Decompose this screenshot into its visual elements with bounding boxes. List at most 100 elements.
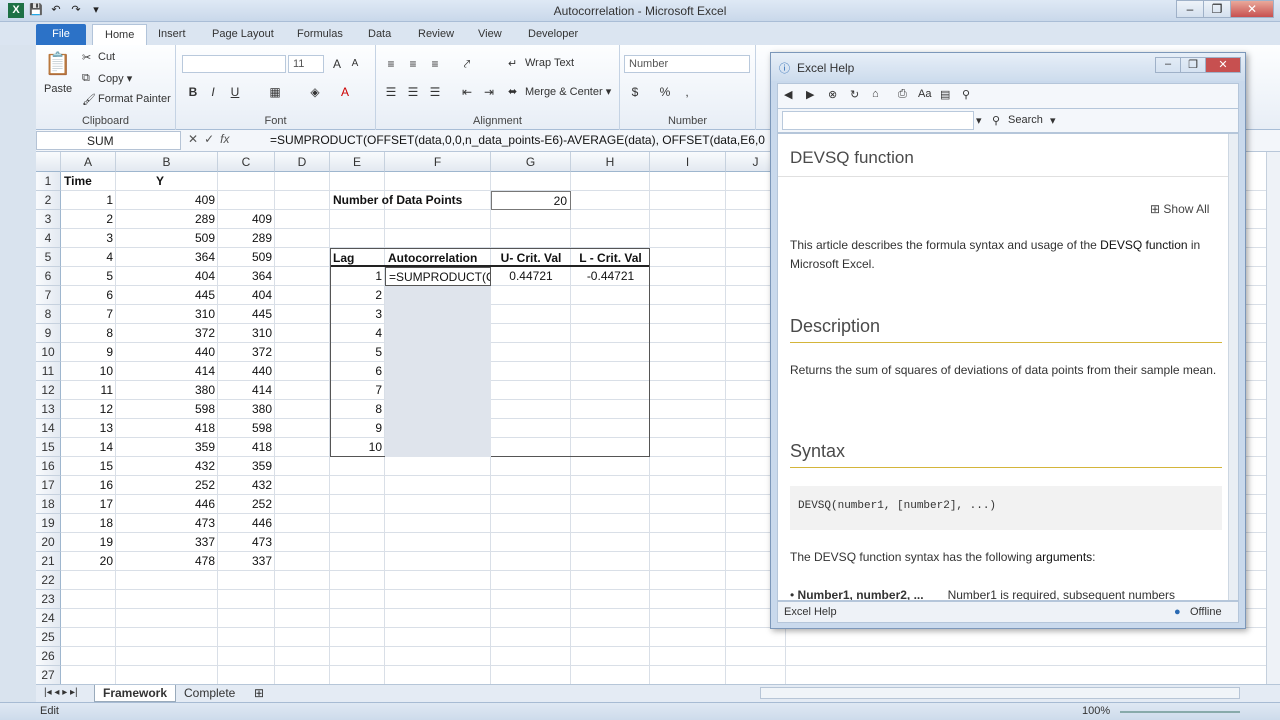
cell-c[interactable]: 372 (218, 343, 275, 362)
cell-c[interactable]: 289 (218, 229, 275, 248)
decrease-indent-icon[interactable]: ⇤ (458, 83, 476, 101)
cell-c[interactable]: 414 (218, 381, 275, 400)
name-box[interactable]: SUM (36, 131, 181, 150)
sheet-nav-arrows[interactable]: |◂ ◂ ▸ ▸| (36, 685, 86, 702)
row-header[interactable]: 15 (36, 438, 61, 457)
cell-time[interactable]: 4 (61, 248, 116, 267)
comma-button[interactable]: , (678, 83, 696, 101)
cell-u-crit[interactable]: 0.44721 (491, 267, 571, 286)
table-header[interactable]: Lag (330, 248, 385, 267)
cell-y[interactable]: 509 (116, 229, 218, 248)
cell-y[interactable]: 432 (116, 457, 218, 476)
tab-file[interactable]: File (36, 24, 86, 45)
column-header[interactable]: H (571, 152, 650, 172)
minimize-button[interactable]: – (1176, 0, 1204, 18)
cell-time[interactable]: 5 (61, 267, 116, 286)
cell-y[interactable]: 337 (116, 533, 218, 552)
cell-y[interactable]: 409 (116, 191, 218, 210)
insert-sheet-icon[interactable]: ⊞ (246, 685, 272, 702)
wrap-text-icon[interactable]: ↵ (508, 57, 517, 70)
row-header[interactable]: 27 (36, 666, 61, 685)
cell-time[interactable]: 3 (61, 229, 116, 248)
table-header[interactable]: Autocorrelation (385, 248, 491, 267)
row-header[interactable]: 22 (36, 571, 61, 590)
cell-c[interactable]: 404 (218, 286, 275, 305)
bold-button[interactable]: B (184, 83, 202, 101)
row-header[interactable]: 2 (36, 191, 61, 210)
column-header[interactable]: C (218, 152, 275, 172)
cell-y[interactable]: 252 (116, 476, 218, 495)
row-header[interactable]: 19 (36, 514, 61, 533)
cell-c[interactable]: 252 (218, 495, 275, 514)
maximize-button[interactable]: ❐ (1203, 0, 1231, 18)
tab-formulas[interactable]: Formulas (285, 24, 355, 45)
show-all-link[interactable]: ⊞ Show All (1150, 202, 1209, 216)
row-header[interactable]: 14 (36, 419, 61, 438)
cell-y[interactable]: 289 (116, 210, 218, 229)
grow-font-icon[interactable]: A (328, 55, 346, 73)
enter-icon[interactable]: ✓ (204, 132, 214, 146)
cell-time[interactable]: 9 (61, 343, 116, 362)
column-header[interactable]: I (650, 152, 726, 172)
forward-icon[interactable]: ▶ (806, 88, 814, 101)
row-header[interactable]: 25 (36, 628, 61, 647)
help-search-input[interactable] (782, 111, 974, 130)
n-points-value[interactable]: 20 (491, 191, 571, 210)
close-button[interactable]: ✕ (1230, 0, 1274, 18)
column-header[interactable]: F (385, 152, 491, 172)
help-minimize-button[interactable]: – (1155, 57, 1181, 73)
row-header[interactable]: 18 (36, 495, 61, 514)
refresh-icon[interactable]: ↻ (850, 88, 859, 101)
copy-button[interactable]: Copy ▾ (98, 72, 132, 85)
column-header[interactable]: A (61, 152, 116, 172)
row-header[interactable]: 17 (36, 476, 61, 495)
row-header[interactable]: 7 (36, 286, 61, 305)
row-header[interactable]: 11 (36, 362, 61, 381)
cell-time[interactable]: 15 (61, 457, 116, 476)
cell-time[interactable]: 19 (61, 533, 116, 552)
cell-y[interactable]: 359 (116, 438, 218, 457)
cell-lag[interactable]: 10 (330, 438, 385, 457)
cell-lag[interactable]: 9 (330, 419, 385, 438)
column-header[interactable]: D (275, 152, 330, 172)
font-color-icon[interactable]: A (336, 83, 354, 101)
cell-y[interactable]: 440 (116, 343, 218, 362)
wrap-text-button[interactable]: Wrap Text (525, 57, 574, 69)
cell-lag[interactable]: 1 (330, 267, 385, 286)
paste-icon[interactable]: 📋 (44, 51, 71, 77)
cell-c[interactable]: 473 (218, 533, 275, 552)
zoom-level[interactable]: 100% (1082, 705, 1110, 717)
tab-data[interactable]: Data (356, 24, 403, 45)
cell-time[interactable]: 1 (61, 191, 116, 210)
row-header[interactable]: 24 (36, 609, 61, 628)
horizontal-scrollbar[interactable] (760, 687, 1240, 699)
cell-y[interactable]: 418 (116, 419, 218, 438)
align-right-icon[interactable]: ☰ (426, 83, 444, 101)
cell-header-y[interactable]: Y (116, 172, 218, 191)
sheet-tab-complete[interactable]: Complete (176, 685, 243, 702)
cell-time[interactable]: 6 (61, 286, 116, 305)
help-footer-left[interactable]: Excel Help (784, 606, 837, 618)
search-options-icon[interactable]: ▾ (1050, 114, 1056, 127)
cell-lag[interactable]: 2 (330, 286, 385, 305)
cell-lag[interactable]: 8 (330, 400, 385, 419)
cell-c[interactable]: 440 (218, 362, 275, 381)
cell-l-crit[interactable]: -0.44721 (571, 267, 650, 286)
row-header[interactable]: 12 (36, 381, 61, 400)
merge-center-icon[interactable]: ⬌ (508, 85, 517, 98)
devsq-link[interactable]: DEVSQ function (1100, 238, 1187, 252)
toc-icon[interactable]: ▤ (940, 88, 950, 101)
row-header[interactable]: 21 (36, 552, 61, 571)
cell-time[interactable]: 10 (61, 362, 116, 381)
sheet-tab-framework[interactable]: Framework (94, 685, 177, 702)
cell-time[interactable]: 16 (61, 476, 116, 495)
row-header[interactable]: 26 (36, 647, 61, 666)
currency-button[interactable]: $ (626, 83, 644, 101)
cell-y[interactable]: 372 (116, 324, 218, 343)
vertical-scrollbar[interactable] (1266, 152, 1280, 686)
row-header[interactable]: 13 (36, 400, 61, 419)
cell-time[interactable]: 11 (61, 381, 116, 400)
selected-range[interactable] (385, 267, 491, 457)
row-header[interactable]: 16 (36, 457, 61, 476)
cancel-icon[interactable]: ✕ (188, 132, 198, 146)
